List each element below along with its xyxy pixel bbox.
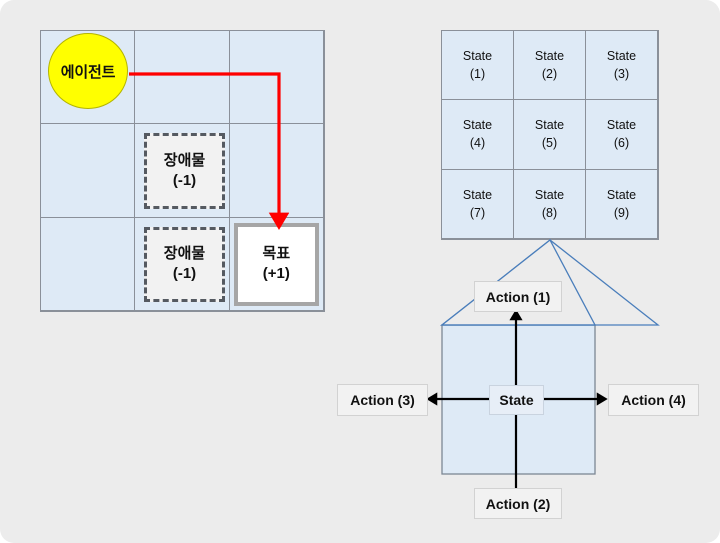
action-1-label: Action (1)	[485, 288, 551, 305]
action-4-label-box: Action (4)	[608, 384, 699, 416]
action-3-label: Action (3)	[350, 392, 415, 408]
diagram-canvas: 에이전트 장애물 (-1) 장애물 (-1) 목표 (+1) State (1)…	[0, 0, 720, 543]
state-center-label-box: State	[489, 385, 544, 415]
state-center-label: State	[499, 392, 534, 408]
agent-label: 에이전트	[60, 63, 116, 81]
action-3-label-box: Action (3)	[337, 384, 428, 416]
action-1-label-box: Action (1)	[474, 281, 562, 312]
agent-circle: 에이전트	[48, 33, 128, 109]
action-4-label: Action (4)	[621, 392, 686, 408]
action-2-label-box: Action (2)	[474, 488, 562, 519]
action-2-label: Action (2)	[485, 495, 551, 512]
